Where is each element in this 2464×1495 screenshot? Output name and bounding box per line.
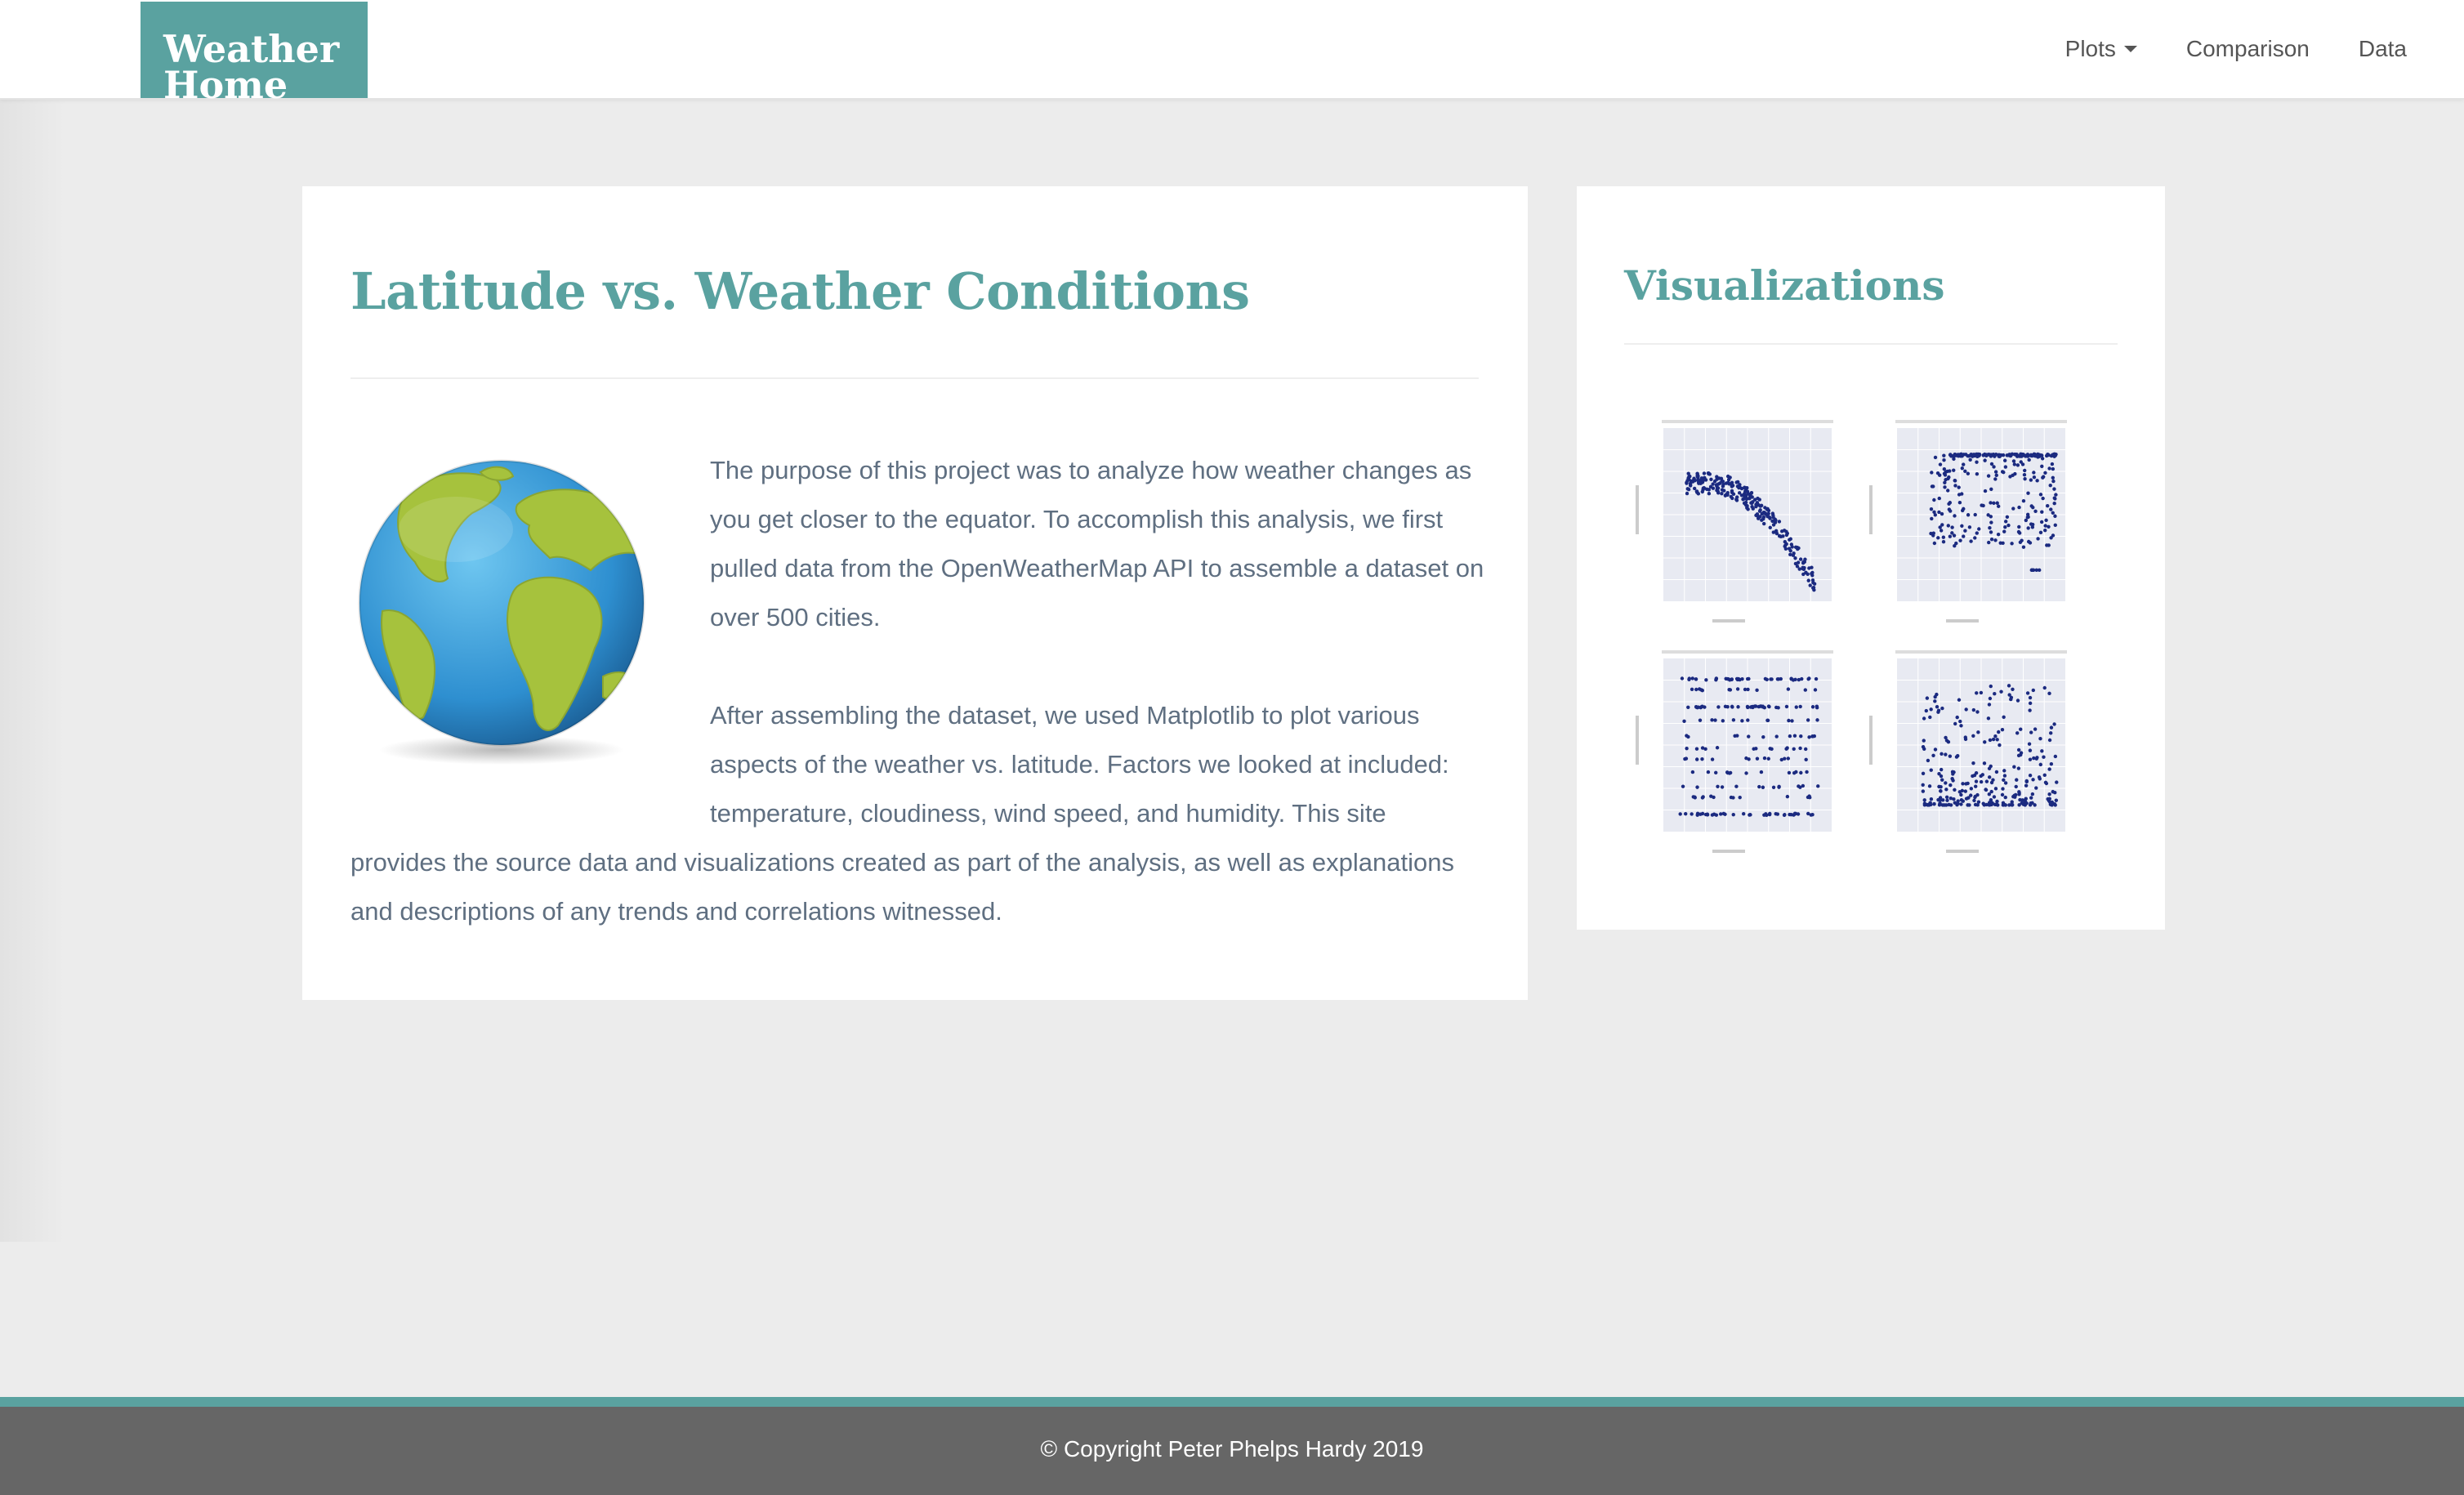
thumbnail-humidity-plot[interactable]	[1864, 415, 2077, 624]
visualizations-panel: Visualizations	[1577, 186, 2165, 930]
nav-comparison-label: Comparison	[2185, 36, 2310, 61]
page-title: Latitude vs. Weather Conditions	[350, 261, 1250, 321]
nav-comparison-link[interactable]: Comparison	[2186, 36, 2310, 62]
footer: © Copyright Peter Phelps Hardy 2019	[0, 1407, 2464, 1495]
chevron-down-icon	[2123, 46, 2137, 52]
footer-accent-bar	[0, 1397, 2464, 1407]
nav-plots-label: Plots	[2064, 36, 2116, 61]
thumbnail-temperature-plot[interactable]	[1631, 415, 1843, 624]
thumbnail-cloudiness-plot[interactable]	[1631, 645, 1843, 855]
visualizations-title: Visualizations	[1624, 261, 1945, 310]
visualizations-divider	[1624, 343, 2118, 345]
page-edge-shadow	[0, 98, 65, 1242]
nav-plots-dropdown[interactable]: Plots	[2065, 36, 2137, 62]
title-divider	[350, 377, 1479, 379]
nav-data-link[interactable]: Data	[2359, 36, 2407, 62]
intro-panel: Latitude vs. Weather Conditions The purp…	[302, 186, 1528, 1000]
navbar: Weather Home Plots Comparison Data	[0, 0, 2464, 104]
globe-image	[358, 459, 645, 765]
thumbnail-wind-plot[interactable]	[1864, 645, 2077, 855]
brand-line-2: Home	[163, 63, 288, 107]
brand-logo-home-link[interactable]: Weather Home	[141, 2, 368, 104]
copyright-text: © Copyright Peter Phelps Hardy 2019	[1040, 1436, 1424, 1462]
nav-links: Plots Comparison Data	[2016, 0, 2407, 98]
nav-data-label: Data	[2358, 36, 2407, 61]
